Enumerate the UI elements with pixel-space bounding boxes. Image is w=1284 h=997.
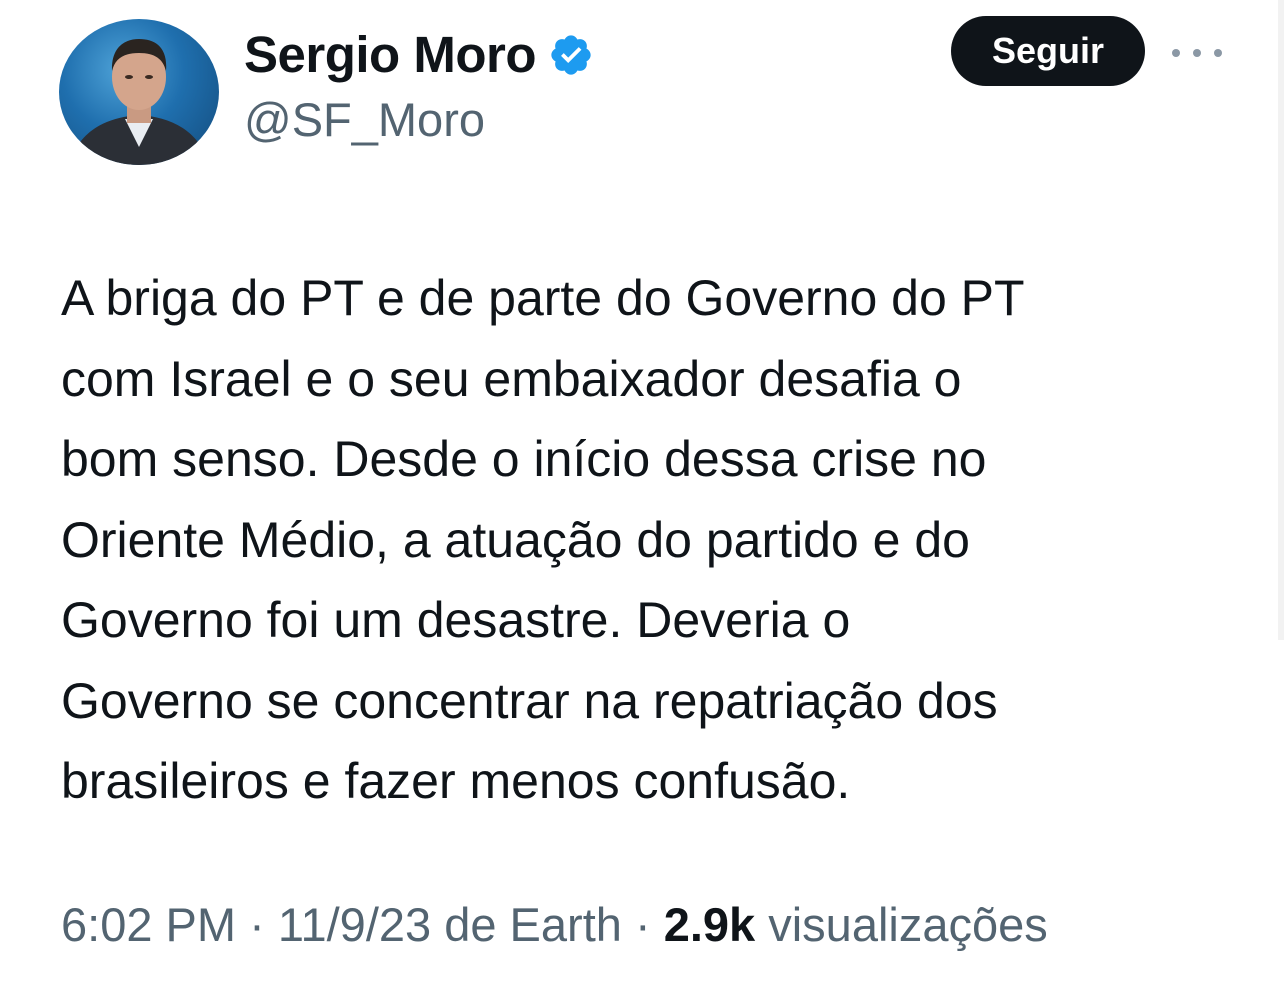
follow-button[interactable]: Seguir	[951, 16, 1145, 86]
tweet-meta: 6:02 PM · 11/9/23 de Earth · 2.9k visual…	[61, 895, 1048, 955]
views-label: visualizações	[768, 898, 1048, 951]
tweet-source: de Earth	[444, 898, 622, 951]
verified-badge-icon	[548, 32, 594, 78]
more-options-icon[interactable]	[1172, 38, 1222, 68]
dot	[1172, 49, 1180, 57]
profile-photo-icon	[69, 39, 209, 165]
author-avatar[interactable]	[59, 19, 219, 165]
dot	[1193, 49, 1201, 57]
meta-separator: ·	[249, 898, 265, 951]
views-count[interactable]: 2.9k	[664, 898, 755, 951]
tweet-date[interactable]: 11/9/23	[278, 898, 431, 951]
scrollbar-track[interactable]	[1278, 0, 1284, 640]
tweet-time[interactable]: 6:02 PM	[61, 898, 236, 951]
tweet-card: Sergio Moro @SF_Moro Seguir A briga do P…	[0, 0, 1284, 997]
author-name-row: Sergio Moro	[244, 25, 594, 85]
author-handle[interactable]: @SF_Moro	[244, 92, 485, 148]
dot	[1214, 49, 1222, 57]
tweet-text: A briga do PT e de parte do Governo do P…	[61, 270, 1025, 809]
author-display-name[interactable]: Sergio Moro	[244, 25, 537, 85]
meta-separator: ·	[634, 898, 651, 951]
